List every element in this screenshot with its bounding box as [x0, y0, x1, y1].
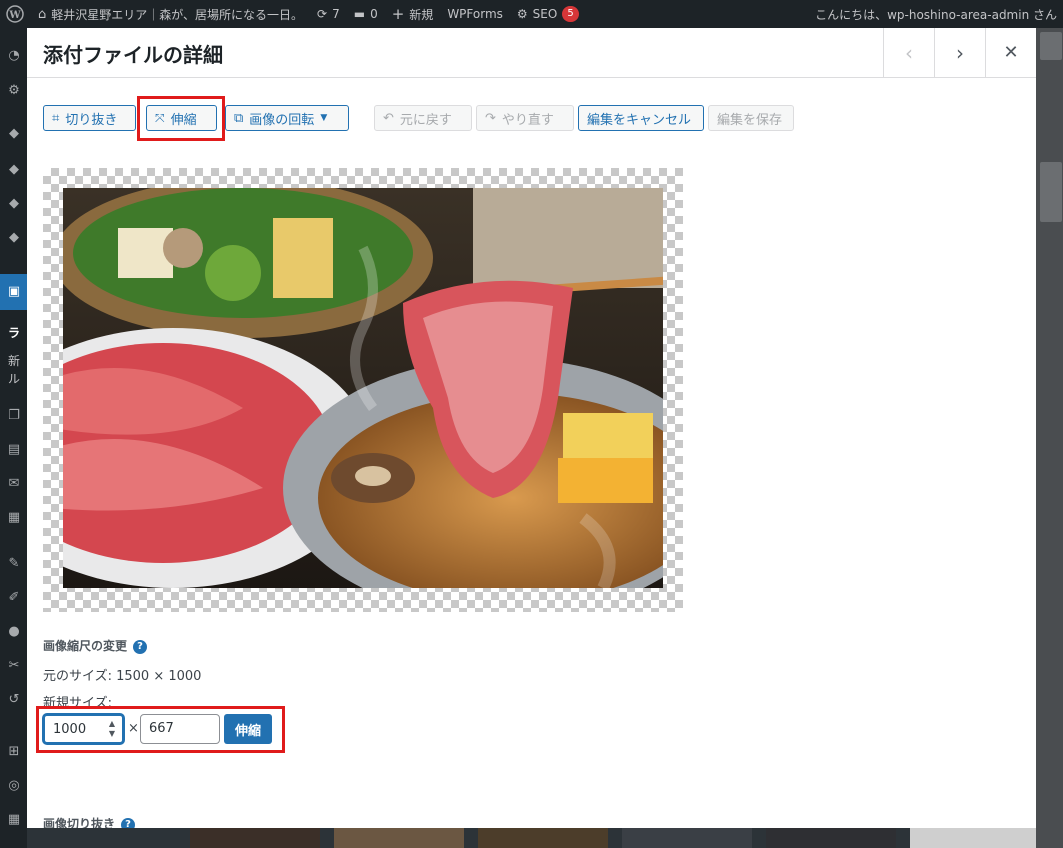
comments-count: 0	[370, 7, 378, 21]
plus-icon: +	[391, 5, 405, 23]
tag-icon-3[interactable]: ◆	[6, 196, 22, 212]
home-icon: ⌂	[38, 6, 47, 22]
media-icon: ▣	[7, 284, 21, 299]
next-button[interactable]: ›	[934, 28, 985, 77]
redo-button[interactable]: ↷ やり直す	[476, 105, 574, 131]
grid-icon[interactable]: ▦	[6, 812, 22, 828]
admin-sidebar: ◔ ⚙ ◆ ◆ ◆ ◆ ▣ ラ 新 ル ❐ ▤ ✉ ▦ ✎ ✐ ● ✂ ↺ ⊞ …	[0, 28, 27, 848]
scale-height-input[interactable]: 667	[140, 714, 220, 744]
undo-icon: ↶	[383, 110, 394, 126]
site-name-link[interactable]: ⌂ 軽井沢星野エリア｜森が、居場所になる一日。	[38, 6, 303, 23]
dropdown-arrow-icon: ▼	[320, 113, 328, 123]
image-preview[interactable]	[63, 188, 663, 588]
original-size: 元のサイズ: 1500 × 1000	[43, 669, 202, 684]
save-edit-button[interactable]: 編集を保存	[708, 105, 794, 131]
history-icon[interactable]: ↺	[6, 692, 22, 708]
add-block-icon[interactable]: ⊞	[6, 744, 22, 760]
site-name: 軽井沢星野エリア｜森が、居場所になる一日。	[51, 7, 304, 22]
wpforms-link[interactable]: WPForms	[447, 7, 503, 21]
media-thumbnail[interactable]	[910, 828, 1036, 848]
rotate-label: 画像の回転	[249, 112, 315, 128]
help-icon[interactable]: ?	[133, 639, 148, 654]
crop-section-title-text: 画像切り抜き	[43, 817, 116, 828]
scale-width-input[interactable]: 1000 ▲ ▼	[43, 714, 124, 744]
comments-link[interactable]: ▬ 0	[354, 7, 378, 21]
cancel-label: 編集をキャンセル	[587, 112, 692, 128]
seo-badge: 5	[562, 6, 579, 22]
modal-title: 添付ファイルの詳細	[43, 43, 223, 67]
tag-icon-2[interactable]: ◆	[6, 162, 22, 178]
apply-scale-button[interactable]: 伸縮	[224, 714, 272, 744]
new-content-link[interactable]: + 新規	[392, 5, 434, 23]
chevron-right-icon: ›	[956, 40, 964, 65]
media-thumbnail[interactable]	[190, 828, 320, 848]
undo-label: 元に戻す	[399, 112, 452, 128]
tools-icon[interactable]: ✂	[6, 658, 22, 674]
tag-icon[interactable]: ◆	[6, 126, 22, 142]
wordpress-logo-icon[interactable]: W	[6, 5, 24, 23]
sidebar-text: ル	[8, 372, 21, 386]
new-label: 新規	[409, 7, 434, 22]
redo-icon: ↷	[485, 110, 496, 126]
wpforms-label: WPForms	[447, 7, 503, 21]
previous-button[interactable]: ‹	[883, 28, 934, 77]
scale-width-value: 1000	[53, 722, 87, 737]
media-thumbnail[interactable]	[622, 828, 752, 848]
chevron-left-icon: ‹	[905, 40, 913, 65]
calendar-icon[interactable]: ▦	[6, 510, 22, 526]
media-thumbnail[interactable]	[334, 828, 464, 848]
close-button[interactable]: ✕	[985, 28, 1036, 77]
comments-icon[interactable]: ▤	[6, 442, 22, 458]
seo-link[interactable]: ⚙ SEO 5	[517, 6, 579, 22]
users-icon[interactable]: ●	[6, 624, 22, 640]
svg-text:W: W	[8, 10, 21, 21]
greeting-text: こんにちは、wp-hoshino-area-admin さん	[815, 7, 1057, 22]
plugins-icon[interactable]: ✐	[6, 590, 22, 606]
updates-link[interactable]: ⟳ 7	[317, 7, 340, 21]
seo-gear-icon: ⚙	[516, 7, 528, 21]
comment-icon: ▬	[353, 7, 366, 21]
attachment-details-modal: 添付ファイルの詳細 ‹ › ✕ ⌗ 切り抜き ⤧ 伸縮 ⧉ 画像の回転 ▼ ↶ …	[27, 28, 1036, 828]
scale-height-value: 667	[149, 721, 174, 736]
cancel-edit-button[interactable]: 編集をキャンセル	[578, 105, 704, 131]
mail-icon[interactable]: ✉	[6, 476, 22, 492]
dashboard-icon[interactable]: ◔	[6, 48, 22, 64]
sidebar-text: 新	[8, 354, 21, 368]
crop-button[interactable]: ⌗ 切り抜き	[43, 105, 136, 131]
account-greeting[interactable]: こんにちは、wp-hoshino-area-admin さん	[815, 0, 1063, 28]
sidebar-text: ラ	[8, 326, 21, 340]
refresh-icon: ⟳	[317, 7, 328, 21]
seo-label: SEO	[532, 7, 558, 21]
modal-header: 添付ファイルの詳細 ‹ › ✕	[27, 28, 1036, 78]
pages-icon[interactable]: ❐	[6, 408, 22, 424]
undo-button[interactable]: ↶ 元に戻す	[374, 105, 472, 131]
spinner-icon[interactable]: ▲ ▼	[109, 719, 115, 739]
plugin-circle-icon[interactable]: ◎	[6, 778, 22, 794]
sidebar-active-item[interactable]: ▣	[0, 274, 27, 310]
help-icon[interactable]: ?	[121, 817, 136, 828]
redo-label: やり直す	[501, 112, 554, 128]
updates-count: 7	[332, 7, 340, 21]
media-thumbnail[interactable]	[766, 828, 896, 848]
rotate-button[interactable]: ⧉ 画像の回転 ▼	[225, 105, 349, 131]
crop-label: 切り抜き	[65, 112, 118, 128]
scale-section-title-text: 画像縮尺の変更	[43, 639, 128, 653]
media-thumbnail[interactable]	[478, 828, 608, 848]
settings-gear-icon[interactable]: ⚙	[6, 83, 22, 99]
shabu-shabu-photo	[63, 188, 663, 588]
modal-backdrop	[1036, 28, 1063, 848]
crop-icon: ⌗	[52, 110, 60, 126]
close-icon: ✕	[1003, 42, 1019, 63]
appearance-icon[interactable]: ✎	[6, 556, 22, 572]
highlight-box	[137, 96, 225, 141]
scale-section-title: 画像縮尺の変更?	[43, 637, 148, 654]
times-sign: ×	[128, 721, 139, 736]
crop-section-title: 画像切り抜き?	[43, 815, 136, 828]
rotate-icon: ⧉	[234, 110, 244, 126]
save-label: 編集を保存	[717, 112, 783, 128]
tag-icon-4[interactable]: ◆	[6, 230, 22, 246]
